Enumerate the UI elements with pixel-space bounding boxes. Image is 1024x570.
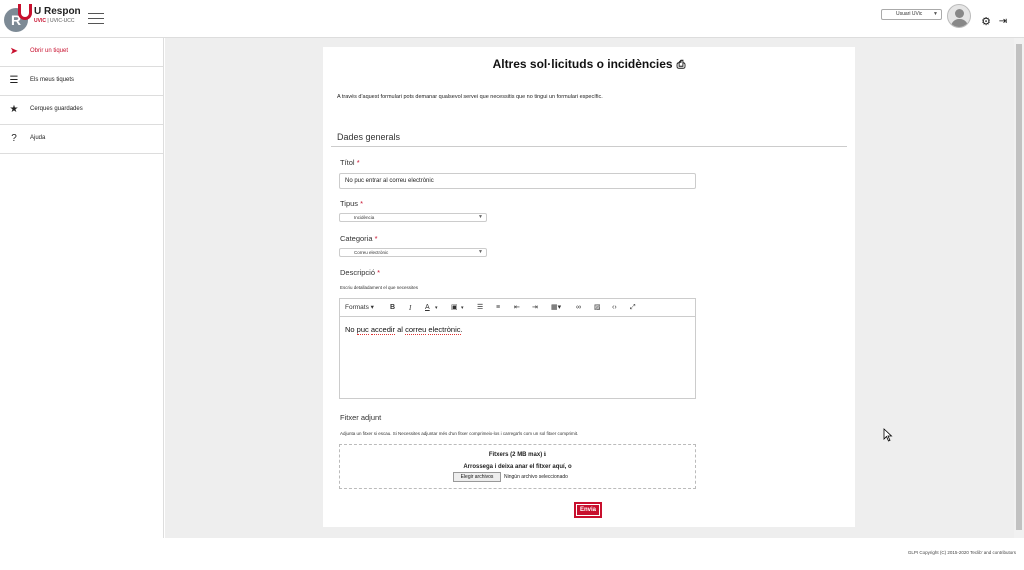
fullscreen-icon[interactable]: ⤢ [630,303,636,313]
bold-icon[interactable]: B [390,303,395,313]
required-mark: * [356,158,360,167]
form-intro-text: A través d'aquest formulari pots demanar… [337,94,603,100]
top-header: R U Respon UVIC | UVIC-UCC Usuari UVic ▼… [0,0,1024,38]
dropzone-subtitle: Arrossega i deixa anar el fitxer aquí, o [463,464,572,470]
dropzone-title-text: Fitxers (2 MB max) [488,452,543,458]
submit-button[interactable]: Envia [574,502,602,518]
image-icon[interactable]: ▨ [594,303,601,313]
description-label-text: Descripció [340,268,376,277]
sidebar-item-label: Els meus tiquets [30,77,75,83]
editor-text: No [345,325,357,334]
choose-files-button[interactable]: Elegir archivos [453,472,501,482]
outdent-icon[interactable]: ⇤ [514,303,520,313]
type-select[interactable]: Incidència ▼ [339,213,487,222]
editor-toolbar: Formats ▾ B I A ▾ ▣ ▾ ☰ ≡ ⇤ ⇥ ▦▾ ∞ ▨ ‹› … [340,299,695,317]
editor-word: puc [356,325,369,335]
ticket-form-card: Altres sol·licituds o incidències ⎙ A tra… [323,47,855,527]
star-icon: ★ [9,104,19,115]
description-label: Descripció * [340,268,380,277]
code-icon[interactable]: ‹› [612,303,617,313]
description-help: Escriu detalladament el que necessites [340,285,419,290]
list-icon: ☰ [9,75,19,86]
editor-text: . [460,325,463,334]
sidebar-item-open-ticket[interactable]: ➤ Obrir un tiquet [0,38,163,67]
chevron-down-icon: ▼ [478,249,483,255]
paper-plane-icon: ➤ [9,46,19,57]
sidebar-item-my-tickets[interactable]: ☰ Els meus tiquets [0,67,163,96]
file-dropzone[interactable]: Fitxers (2 MB max) ℹ Arrossega i deixa a… [339,444,696,489]
attachment-help: Adjunta un fitxer si escau. Si Necessite… [340,431,579,436]
chevron-down-icon[interactable]: ▾ [435,303,438,313]
attachment-label: Fitxer adjunt [340,413,382,422]
brand-org-rest: | UVIC-UCC [45,18,75,24]
gear-icon[interactable]: ⚙ [980,16,992,28]
title-input[interactable]: No puc entrar al correu electrònic [339,173,696,189]
sidebar: ➤ Obrir un tiquet ☰ Els meus tiquets ★ C… [0,38,164,538]
title-label-text: Títol [340,158,355,167]
formats-dropdown[interactable]: Formats ▾ [345,303,374,313]
link-icon[interactable]: ∞ [576,303,581,313]
numbered-list-icon[interactable]: ≡ [496,303,500,313]
chevron-down-icon[interactable]: ▾ [461,303,464,313]
editor-text: al [395,325,406,334]
italic-icon[interactable]: I [409,303,411,313]
mouse-cursor-icon [883,428,893,442]
editor-content[interactable]: No puc accedir al correu electrònic. [345,325,463,335]
page-title: Altres sol·licituds o incidències ⎙ [323,57,855,72]
page-scrollbar[interactable] [1014,38,1024,538]
avatar[interactable] [947,4,971,28]
info-icon[interactable]: ℹ [544,452,546,458]
logo-u-mark [18,4,32,20]
sidebar-item-label: Cerques guardades [30,106,83,112]
background-color-icon[interactable]: ▣ [451,303,458,313]
type-label: Tipus * [340,199,363,208]
footer: GLPI Copyright (C) 2015-2020 Teclib' and… [0,538,1024,570]
required-mark: * [360,199,364,208]
category-select-value: Correu electrònic [354,250,389,255]
text-color-icon[interactable]: A [425,303,430,313]
sidebar-item-label: Ajuda [30,135,46,141]
section-title: Dades generals [337,132,401,142]
brand-title: U Respon [34,6,81,17]
logout-icon[interactable]: ⇥ [996,16,1010,28]
sidebar-item-saved-searches[interactable]: ★ Cerques guardades [0,96,163,125]
editor-word: electrònic [428,325,461,335]
section-divider [331,146,847,147]
formats-label: Formats [345,304,369,311]
copyright-text: GLPI Copyright (C) 2015-2020 Teclib' and… [907,550,1016,555]
scrollbar-thumb[interactable] [1016,44,1022,530]
category-label: Categoria * [340,234,378,243]
type-select-value: Incidència [354,215,375,220]
question-icon: ? [11,133,17,144]
title-label: Títol * [340,158,360,167]
table-icon[interactable]: ▦▾ [551,303,561,313]
sidebar-item-help[interactable]: ? Ajuda [0,125,163,154]
indent-icon[interactable]: ⇥ [532,303,538,313]
user-profile-value: Usuari UVic [896,11,923,17]
rich-text-editor: Formats ▾ B I A ▾ ▣ ▾ ☰ ≡ ⇤ ⇥ ▦▾ ∞ ▨ ‹› … [339,298,696,399]
page-title-text: Altres sol·licituds o incidències [492,57,673,71]
required-mark: * [377,268,381,277]
brand-org-red: UVIC [34,18,46,24]
chevron-down-icon: ▼ [478,214,483,220]
chevron-down-icon: ▼ [933,11,938,17]
print-icon[interactable]: ⎙ [677,59,686,72]
type-label-text: Tipus [340,199,359,208]
app-logo[interactable]: R [4,4,34,34]
category-label-text: Categoria [340,234,373,243]
sidebar-item-label: Obrir un tiquet [30,48,69,54]
editor-word: accedir [370,325,396,335]
editor-word: correu [405,325,427,335]
category-select[interactable]: Correu electrònic ▼ [339,248,487,257]
no-file-text: Ningún archivo seleccionado [504,474,568,480]
brand-subtitle: UVIC | UVIC-UCC [34,18,74,24]
hamburger-menu-icon[interactable] [88,13,104,25]
bullet-list-icon[interactable]: ☰ [477,303,483,313]
user-profile-select[interactable]: Usuari UVic ▼ [881,9,942,20]
required-mark: * [374,234,378,243]
dropzone-title: Fitxers (2 MB max) ℹ [340,451,695,458]
